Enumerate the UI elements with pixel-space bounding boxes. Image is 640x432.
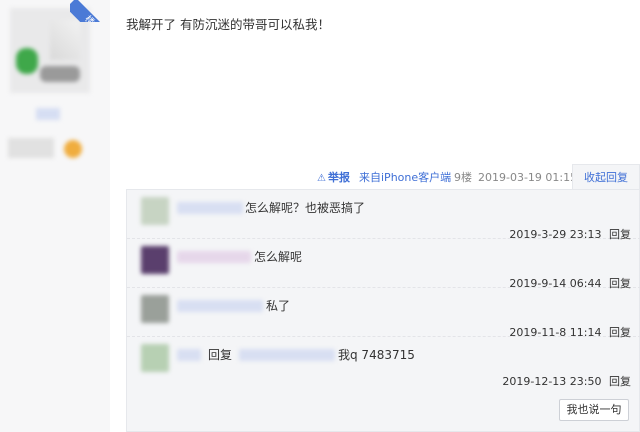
floor-number: 9楼 [454,171,472,184]
reply-text: 怎么解呢 [254,250,303,264]
reply-prefix: 回复 [208,348,233,362]
reply-text: 怎么解呢？也被恶搞了 [245,201,366,215]
reply-item: 私了 2019-11-8 11:14 回复 [127,288,640,339]
reply-username-blurred[interactable] [177,251,251,263]
collapse-replies-button[interactable]: 收起回复 [572,164,640,190]
reply-panel: 怎么解呢？也被恶搞了 2019-3-29 23:13 回复 怎么解呢 2019-… [126,189,640,432]
post-content: 我解开了 有防沉迷的带哥可以私我！ [126,17,330,32]
reply-avatar[interactable] [141,197,169,225]
reply-item: 怎么解呢？也被恶搞了 2019-3-29 23:13 回复 [127,190,640,241]
reply-text: 私了 [266,299,291,313]
author-badge-icon [64,140,82,158]
post-date: 2019-03-19 01:15 [478,171,578,184]
reply-date: 2019-12-13 23:50 [502,375,602,388]
reply-username-blurred[interactable] [177,349,201,361]
say-one-button[interactable]: 我也说一句 [559,399,629,421]
reply-avatar[interactable] [141,344,169,372]
reply-meta: 2019-12-13 23:50 回复 [502,373,631,389]
reply-avatar[interactable] [141,295,169,323]
reply-button[interactable]: 回复 [609,375,631,388]
reply-text: 我q 7483715 [338,348,415,362]
report-link[interactable]: ⚠ 举报 [317,171,350,185]
client-source: 来自iPhone客户端 [359,171,452,184]
host-badge: 楼主 [70,0,114,22]
reply-username-blurred[interactable] [177,300,263,312]
reply-avatar[interactable] [141,246,169,274]
author-name-blurred[interactable] [36,108,60,120]
reply-item: 回复 我q 7483715 2019-12-13 23:50 回复 [127,337,640,389]
reply-username-blurred[interactable] [177,202,243,214]
warning-icon: ⚠ [317,173,326,184]
author-level-blurred [8,138,54,158]
reply-target-username-blurred[interactable] [239,349,335,361]
author-column: 楼主 [0,0,114,432]
reply-item: 怎么解呢 2019-9-14 06:44 回复 [127,239,640,290]
